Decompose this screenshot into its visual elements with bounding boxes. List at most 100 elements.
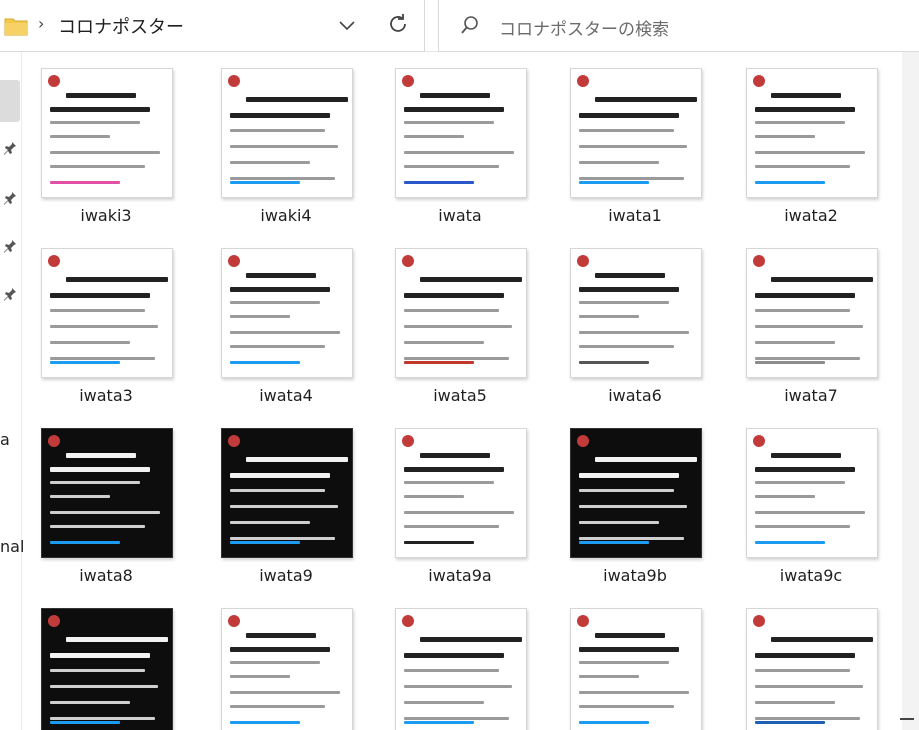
file-name[interactable]: iwata: [385, 206, 535, 225]
thumbnail-text-line: [420, 277, 522, 282]
file-thumbnail[interactable]: [395, 608, 527, 730]
file-thumbnail[interactable]: [221, 68, 353, 198]
thumbnail-text-line: [755, 525, 850, 528]
pin-icon: [4, 240, 16, 253]
file-thumbnail[interactable]: [41, 248, 173, 378]
file-item[interactable]: iwata7: [736, 236, 886, 406]
file-name[interactable]: iwata9a: [385, 566, 535, 585]
file-item[interactable]: iwaki4: [211, 56, 361, 226]
nav-item-label[interactable]: nal: [0, 537, 24, 556]
file-name[interactable]: iwata6: [560, 386, 710, 405]
thumbnail-text-line: [755, 341, 835, 344]
nav-item-label[interactable]: a: [0, 430, 10, 449]
file-grid: iwaki3 iwaki4 iwata iwata1 iwata2 iwata3 iwata…: [22, 52, 919, 730]
search-box[interactable]: コロナポスターの検索: [438, 0, 919, 52]
file-item[interactable]: iwata9: [211, 416, 361, 586]
thumbnail-text-line: [579, 691, 689, 694]
file-thumbnail[interactable]: [41, 428, 173, 558]
refresh-icon[interactable]: [386, 12, 410, 36]
thumbnail-text-line: [230, 705, 325, 708]
thumbnail-text-line: [404, 511, 514, 514]
thumbnail-text-line: [230, 113, 330, 118]
search-input[interactable]: コロナポスターの検索: [499, 15, 669, 40]
file-item[interactable]: iwata5: [385, 236, 535, 406]
file-name[interactable]: iwaki4: [211, 206, 361, 225]
file-item[interactable]: iwata4: [211, 236, 361, 406]
file-name[interactable]: iwata7: [736, 386, 886, 405]
file-thumbnail[interactable]: [395, 428, 527, 558]
thumbnail-text-line: [50, 701, 130, 704]
thumbnail-text-line: [230, 177, 335, 180]
thumbnail-text-line: [755, 357, 860, 360]
file-item[interactable]: iwata: [385, 56, 535, 226]
thumbnail-text-line: [246, 273, 316, 278]
file-thumbnail[interactable]: [746, 68, 878, 198]
thumbnail-text-line: [50, 325, 158, 328]
file-thumbnail[interactable]: [221, 428, 353, 558]
breadcrumb-folder[interactable]: コロナポスター: [58, 13, 184, 39]
thumbnail-text-line: [230, 161, 310, 164]
file-item[interactable]: iwata9b: [560, 416, 710, 586]
thumbnail-text-line: [404, 685, 512, 688]
thumbnail-text-line: [50, 669, 145, 672]
folder-icon: [4, 18, 28, 36]
thumbnail-accent: [579, 181, 649, 184]
file-item[interactable]: iwata1: [560, 56, 710, 226]
thumbnail-text-line: [404, 309, 499, 312]
file-thumbnail[interactable]: [746, 248, 878, 378]
thumbnail-text-line: [420, 637, 522, 642]
file-thumbnail[interactable]: [41, 608, 173, 730]
file-item[interactable]: [211, 596, 361, 730]
avatar: [753, 255, 765, 267]
thumbnail-text-line: [246, 457, 348, 462]
file-thumbnail[interactable]: [746, 428, 878, 558]
thumbnail-text-line: [579, 315, 639, 318]
address-bar[interactable]: › コロナポスター: [0, 0, 425, 52]
thumbnail-text-line: [579, 345, 674, 348]
chevron-down-icon[interactable]: [336, 14, 358, 36]
file-item[interactable]: [736, 596, 886, 730]
chevron-right-icon[interactable]: ›: [38, 14, 44, 33]
file-name[interactable]: iwata3: [31, 386, 181, 405]
vertical-scrollbar[interactable]: [902, 52, 919, 730]
file-name[interactable]: iwata9c: [736, 566, 886, 585]
file-thumbnail[interactable]: [570, 248, 702, 378]
file-thumbnail[interactable]: [395, 68, 527, 198]
file-item[interactable]: [385, 596, 535, 730]
thumbnail-text-line: [595, 457, 697, 462]
file-item[interactable]: iwata6: [560, 236, 710, 406]
file-name[interactable]: iwata8: [31, 566, 181, 585]
thumbnail-text-line: [579, 113, 679, 118]
thumbnail-text-line: [755, 135, 815, 138]
thumbnail-text-line: [771, 453, 841, 458]
file-name[interactable]: iwata5: [385, 386, 535, 405]
file-name[interactable]: iwata4: [211, 386, 361, 405]
file-item[interactable]: iwaki3: [31, 56, 181, 226]
thumbnail-text-line: [404, 357, 509, 360]
file-item[interactable]: iwata2: [736, 56, 886, 226]
thumbnail-text-line: [579, 287, 679, 292]
file-thumbnail[interactable]: [221, 248, 353, 378]
file-thumbnail[interactable]: [395, 248, 527, 378]
file-item[interactable]: iwata3: [31, 236, 181, 406]
file-thumbnail[interactable]: [570, 608, 702, 730]
file-name[interactable]: iwata9: [211, 566, 361, 585]
thumbnail-text-line: [230, 129, 325, 132]
file-name[interactable]: iwata1: [560, 206, 710, 225]
file-name[interactable]: iwaki3: [31, 206, 181, 225]
file-item[interactable]: iwata8: [31, 416, 181, 586]
nav-selected-item[interactable]: [0, 80, 20, 122]
file-item[interactable]: [31, 596, 181, 730]
file-item[interactable]: iwata9c: [736, 416, 886, 586]
thumbnail-text-line: [579, 521, 659, 524]
file-name[interactable]: iwata9b: [560, 566, 710, 585]
file-thumbnail[interactable]: [41, 68, 173, 198]
file-thumbnail[interactable]: [570, 428, 702, 558]
file-item[interactable]: [560, 596, 710, 730]
file-item[interactable]: iwata9a: [385, 416, 535, 586]
file-name[interactable]: iwata2: [736, 206, 886, 225]
file-thumbnail[interactable]: [221, 608, 353, 730]
file-thumbnail[interactable]: [570, 68, 702, 198]
avatar: [228, 255, 240, 267]
file-thumbnail[interactable]: [746, 608, 878, 730]
